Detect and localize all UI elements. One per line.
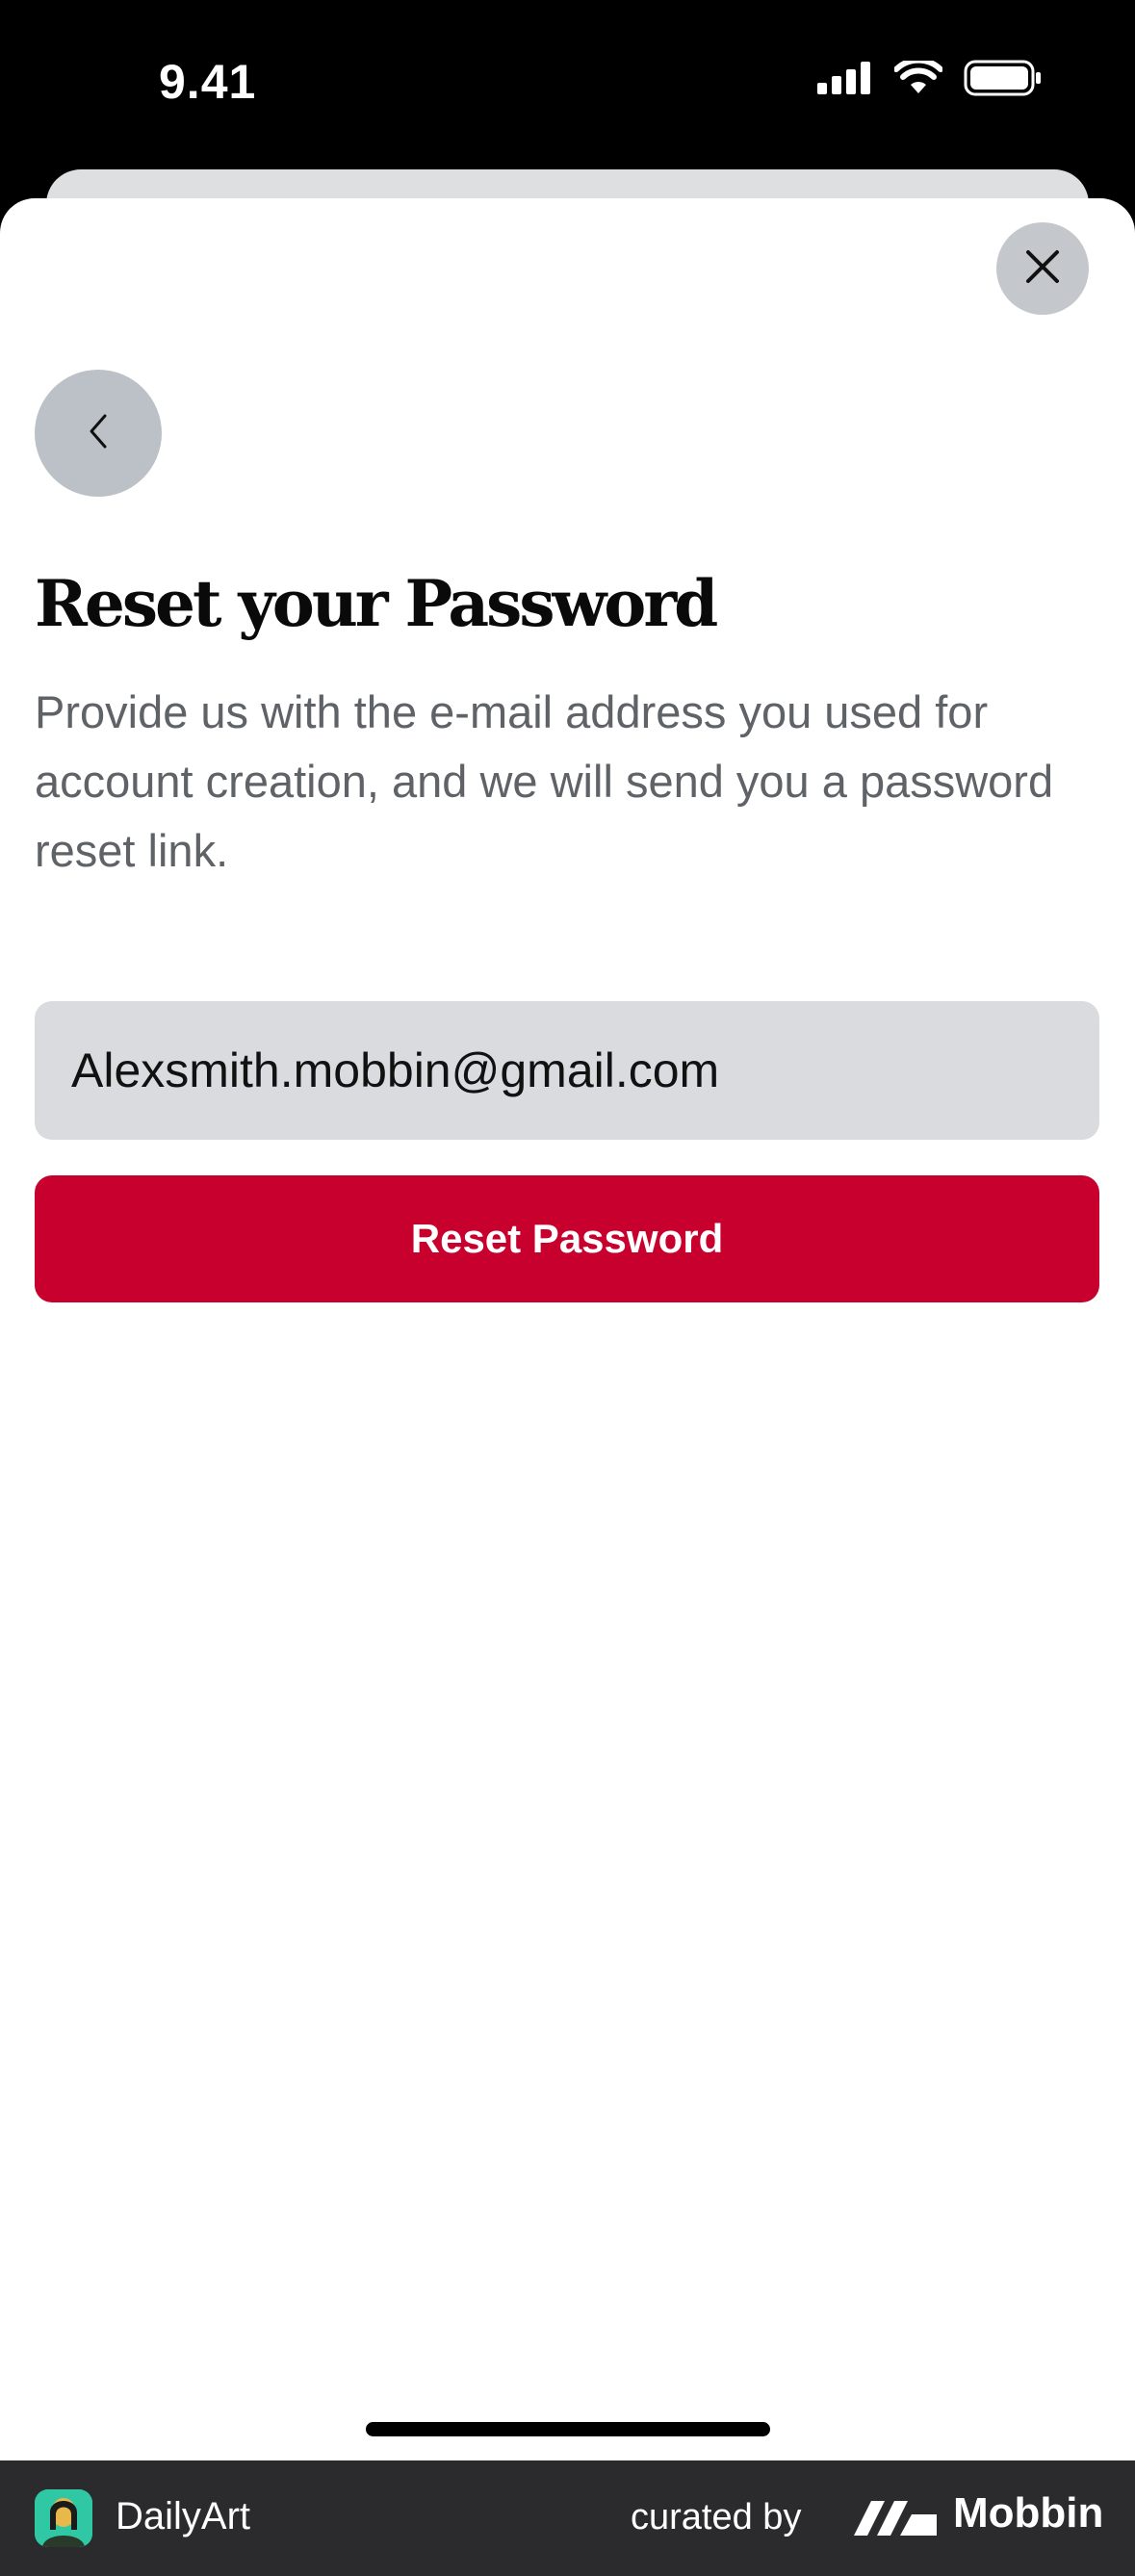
battery-icon bbox=[964, 60, 1043, 101]
back-button[interactable] bbox=[35, 370, 162, 497]
home-indicator bbox=[366, 2422, 770, 2436]
email-field[interactable] bbox=[35, 1001, 1099, 1140]
close-button[interactable] bbox=[996, 222, 1089, 315]
page-description: Provide us with the e-mail address you u… bbox=[35, 686, 1054, 876]
status-icons bbox=[817, 57, 1043, 101]
page-title: Reset your Password bbox=[35, 566, 718, 641]
email-input[interactable] bbox=[71, 1043, 1063, 1098]
status-time: 9.41 bbox=[159, 55, 257, 109]
status-bar: 9.41 bbox=[0, 0, 1135, 173]
dailyart-logo-icon bbox=[35, 2489, 92, 2547]
mobbin-logo-icon bbox=[852, 2497, 939, 2544]
wifi-icon bbox=[893, 57, 943, 100]
reset-password-button[interactable]: Reset Password bbox=[35, 1175, 1099, 1302]
modal-sheet bbox=[0, 198, 1135, 2460]
footer-curated-label: curated by bbox=[631, 2497, 802, 2537]
footer-app-name: DailyArt bbox=[116, 2495, 251, 2537]
chevron-left-icon bbox=[87, 412, 110, 455]
close-icon bbox=[1024, 248, 1061, 290]
footer-brand-name: Mobbin bbox=[953, 2489, 1104, 2537]
footer-banner: DailyArt curated by Mobbin bbox=[0, 2460, 1135, 2576]
cellular-signal-icon bbox=[817, 62, 873, 99]
